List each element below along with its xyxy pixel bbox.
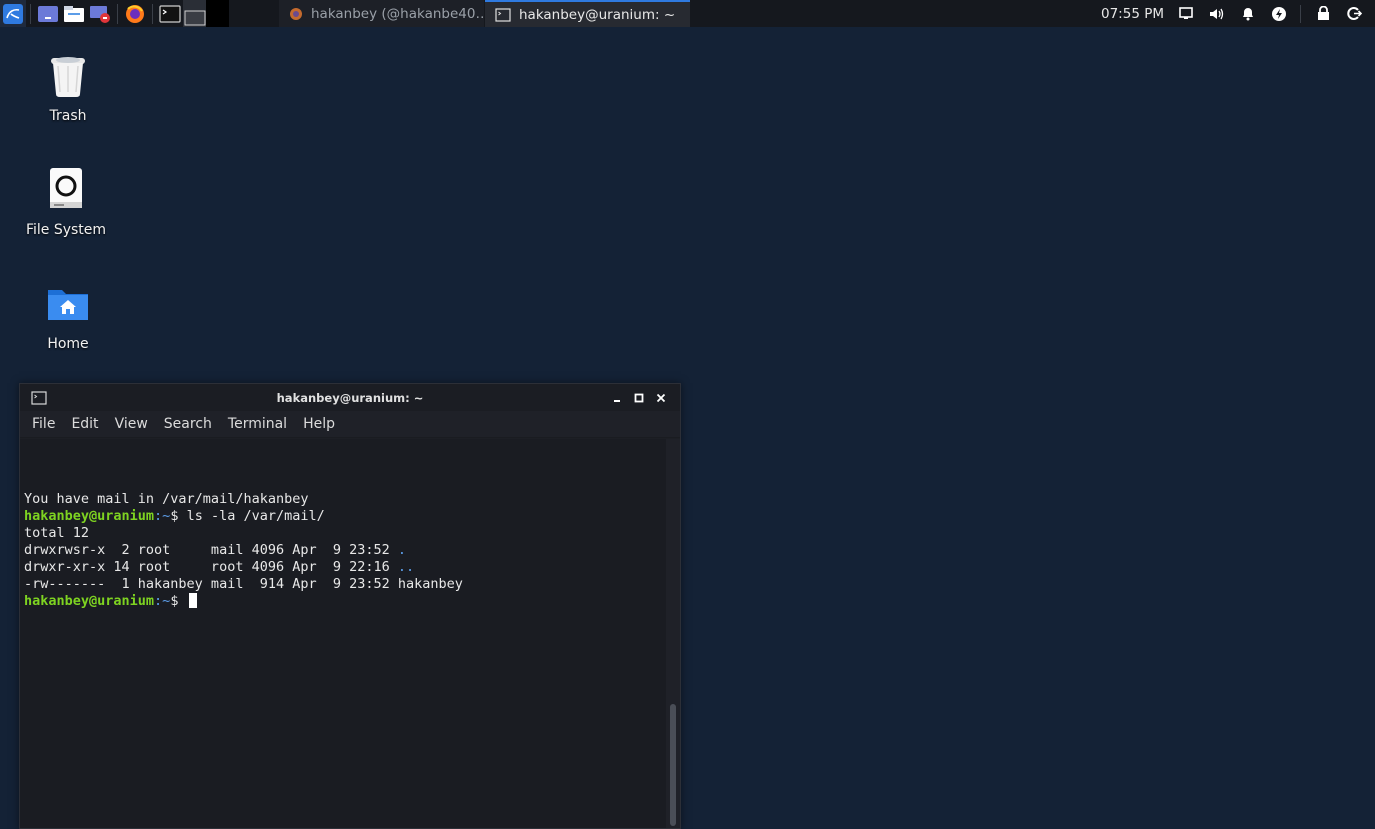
clock[interactable]: 07:55 PM	[1101, 6, 1164, 22]
prompt-user: hakanbey@uranium	[24, 508, 155, 524]
prompt-sign: $	[170, 508, 187, 524]
window-title: hakanbey@uranium: ~	[276, 390, 424, 405]
maximize-button[interactable]	[628, 384, 650, 411]
entry-details: drwxr-xr-x 14 root root 4096 Apr 9 22:16	[24, 559, 398, 575]
desktop-icon-home[interactable]: Home	[13, 280, 123, 352]
output-line: drwxrwsr-x 2 root mail 4096 Apr 9 23:52 …	[24, 542, 666, 559]
desktop-icon-label: Trash	[49, 108, 87, 124]
volume-icon[interactable]	[1207, 0, 1227, 27]
menu-help[interactable]: Help	[303, 416, 335, 432]
logout-icon[interactable]	[1344, 0, 1364, 27]
entry-name: ..	[397, 559, 415, 575]
task-terminal[interactable]: hakanbey@uranium: ~	[485, 0, 690, 27]
drive-icon	[46, 166, 86, 216]
terminal-window[interactable]: hakanbey@uranium: ~ File Edit View Searc…	[19, 383, 681, 829]
lock-icon[interactable]	[1313, 0, 1333, 27]
workspace-2[interactable]	[206, 0, 229, 27]
menu-file[interactable]: File	[32, 416, 55, 432]
terminal-icon	[495, 7, 511, 22]
terminal-scrollbar[interactable]	[666, 439, 680, 828]
firefox-icon	[289, 7, 303, 21]
task-label: hakanbey (@hakanbe40…	[311, 5, 484, 22]
terminal-icon	[31, 390, 47, 409]
output-line: You have mail in /var/mail/hakanbey	[24, 491, 309, 507]
menu-terminal[interactable]: Terminal	[228, 416, 287, 432]
menu-edit[interactable]: Edit	[71, 416, 98, 432]
output-line: -rw------- 1 hakanbey mail 914 Apr 9 23:…	[24, 576, 463, 592]
notification-bell-icon[interactable]	[1238, 0, 1258, 27]
launcher-separator	[117, 3, 118, 24]
desktop-icon-label: Home	[47, 336, 89, 352]
text-cursor	[188, 593, 197, 608]
show-desktop-icon[interactable]	[35, 0, 61, 27]
menu-search[interactable]: Search	[164, 416, 212, 432]
desktop-icon-label: File System	[25, 222, 107, 238]
window-titlebar[interactable]: hakanbey@uranium: ~	[20, 384, 680, 411]
display-icon[interactable]	[1176, 0, 1196, 27]
entry-details: drwxrwsr-x 2 root mail 4096 Apr 9 23:52	[24, 542, 398, 558]
menu-view[interactable]: View	[115, 416, 148, 432]
minimize-button[interactable]	[606, 384, 628, 411]
task-label: hakanbey@uranium: ~	[519, 6, 676, 23]
home-folder-icon	[46, 280, 90, 330]
command-line: hakanbey@uranium:~$ ls -la /var/mail/	[24, 508, 666, 525]
prompt-path: :~	[154, 508, 171, 524]
kali-menu-icon[interactable]	[0, 0, 26, 27]
prompt-path: :~	[154, 593, 171, 609]
desktop-icon-file-system[interactable]: File System	[11, 166, 121, 238]
command-text: ls -la /var/mail/	[186, 508, 325, 524]
prompt-user: hakanbey@uranium	[24, 593, 155, 609]
window-controls	[606, 384, 672, 411]
terminal-icon[interactable]	[157, 0, 183, 27]
output-line: drwxr-xr-x 14 root root 4096 Apr 9 22:16…	[24, 559, 666, 576]
entry-name: .	[397, 542, 407, 558]
system-tray: 07:55 PM	[1101, 0, 1375, 27]
prompt-sign: $	[170, 593, 187, 609]
file-manager-icon[interactable]	[61, 0, 87, 27]
launcher-bar	[0, 0, 183, 27]
workspace-switcher[interactable]	[183, 0, 229, 27]
active-prompt-line[interactable]: hakanbey@uranium:~$	[24, 593, 666, 610]
tasklist: hakanbey (@hakanbe40… hakanbey@uranium: …	[279, 0, 691, 27]
screenshot-icon[interactable]	[87, 0, 113, 27]
terminal-menubar: File Edit View Search Terminal Help	[20, 411, 680, 438]
firefox-icon[interactable]	[122, 0, 148, 27]
output-line: total 12	[24, 525, 90, 541]
desktop-icon-trash[interactable]: Trash	[13, 52, 123, 124]
launcher-separator	[30, 3, 31, 24]
top-panel: hakanbey (@hakanbe40… hakanbey@uranium: …	[0, 0, 1375, 27]
tray-separator	[1300, 4, 1301, 23]
terminal-output[interactable]: You have mail in /var/mail/hakanbey haka…	[20, 439, 666, 828]
trash-icon	[48, 52, 88, 102]
close-button[interactable]	[650, 384, 672, 411]
workspace-1[interactable]	[183, 0, 206, 27]
launcher-separator	[152, 3, 153, 24]
scrollbar-thumb[interactable]	[670, 704, 676, 826]
task-firefox[interactable]: hakanbey (@hakanbe40…	[279, 0, 484, 27]
power-manager-icon[interactable]	[1269, 0, 1289, 27]
